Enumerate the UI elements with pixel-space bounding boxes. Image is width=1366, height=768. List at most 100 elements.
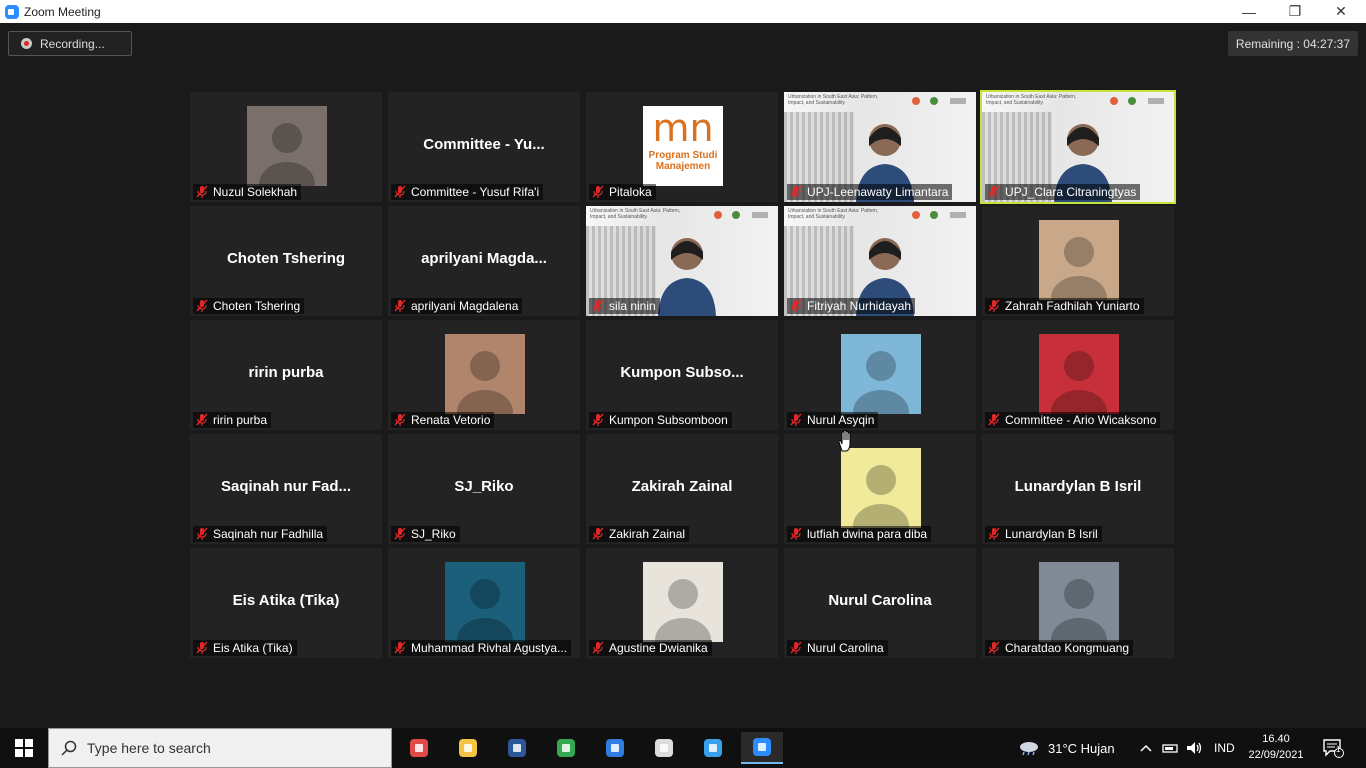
participant-avatar — [841, 448, 921, 528]
recording-indicator[interactable]: Recording... — [8, 31, 132, 56]
participant-tile[interactable]: Kumpon Subso... Kumpon Subsomboon — [586, 320, 778, 430]
participant-tile[interactable]: Eis Atika (Tika) Eis Atika (Tika) — [190, 548, 382, 658]
participant-display-name: Choten Tshering — [226, 250, 346, 267]
obs-icon[interactable] — [643, 732, 685, 764]
participant-name: SJ_Riko — [411, 527, 456, 541]
weather-widget[interactable]: 31°C Hujan — [1018, 728, 1115, 768]
participant-name: sila ninin — [609, 299, 656, 313]
participant-nameplate: UPJ_Clara Citraningtyas — [985, 184, 1141, 200]
slide-header: Urbanization in South East Asia: Pattern… — [986, 94, 1077, 106]
participant-tile[interactable]: Committee - Yu... Committee - Yusuf Rifa'… — [388, 92, 580, 202]
participant-tile[interactable]: Lunardylan B Isril Lunardylan B Isril — [982, 434, 1174, 544]
participant-avatar: mn Program Studi Manajemen — [643, 106, 723, 186]
muted-mic-icon — [988, 641, 1000, 654]
participant-nameplate: Choten Tshering — [193, 298, 305, 314]
participant-nameplate: UPJ-Leenawaty Limantara — [787, 184, 953, 200]
zoom-icon[interactable] — [741, 732, 783, 764]
participant-nameplate: Fitriyah Nurhidayah — [787, 298, 916, 314]
tray-chevron-icon[interactable] — [1140, 728, 1152, 768]
slide-logos-icon — [912, 211, 966, 219]
participant-name: Saqinah nur Fadhilla — [213, 527, 324, 541]
participant-name: Charatdao Kongmuang — [1005, 641, 1130, 655]
participant-nameplate: aprilyani Magdalena — [391, 298, 523, 314]
participant-nameplate: Zahrah Fadhilah Yuniarto — [985, 298, 1144, 314]
start-button[interactable] — [0, 728, 48, 768]
participant-display-name: Nurul Carolina — [828, 592, 932, 609]
word-icon[interactable] — [496, 732, 538, 764]
participant-avatar — [1039, 334, 1119, 414]
network-icon[interactable] — [1162, 728, 1178, 768]
muted-mic-icon — [790, 641, 802, 654]
slide-header: Urbanization in South East Asia: Pattern… — [788, 208, 879, 220]
participant-tile[interactable]: Muhammad Rivhal Agustya... — [388, 548, 580, 658]
participant-silhouette — [658, 238, 716, 316]
participant-tile[interactable]: Saqinah nur Fad... Saqinah nur Fadhilla — [190, 434, 382, 544]
participant-tile[interactable]: Urbanization in South East Asia: Pattern… — [784, 206, 976, 316]
clock-date: 22/09/2021 — [1248, 749, 1304, 761]
participant-tile[interactable]: Choten Tshering Choten Tshering — [190, 206, 382, 316]
participant-name: Zakirah Zainal — [609, 527, 686, 541]
participant-tile[interactable]: lutfiah dwina para diba — [784, 434, 976, 544]
participant-tile[interactable]: Agustine Dwianika — [586, 548, 778, 658]
participant-name: Nurul Asyqin — [807, 413, 875, 427]
volume-icon[interactable] — [1186, 728, 1204, 768]
participant-nameplate: SJ_Riko — [391, 526, 460, 542]
participant-tile[interactable]: Renata Vetorio — [388, 320, 580, 430]
participant-nameplate: Nurul Asyqin — [787, 412, 879, 428]
paint-app-icon[interactable] — [398, 732, 440, 764]
participant-tile[interactable]: Urbanization in South East Asia: Pattern… — [980, 90, 1176, 204]
participant-nameplate: Kumpon Subsomboon — [589, 412, 732, 428]
file-explorer-icon[interactable] — [447, 732, 489, 764]
muted-mic-icon — [592, 527, 604, 540]
muted-mic-icon — [394, 185, 406, 198]
close-button[interactable]: ✕ — [1318, 0, 1364, 23]
participant-nameplate: Eis Atika (Tika) — [193, 640, 297, 656]
action-center-button[interactable]: 1 — [1322, 728, 1344, 768]
participant-tile[interactable]: Nuzul Solekhah — [190, 92, 382, 202]
logo-subtext: Program Studi Manajemen — [648, 150, 718, 172]
minimize-button[interactable]: — — [1226, 0, 1272, 23]
chrome-icon[interactable] — [545, 732, 587, 764]
participant-name: Renata Vetorio — [411, 413, 491, 427]
vscode-icon[interactable] — [692, 732, 734, 764]
logo-text: mn — [652, 106, 714, 150]
muted-mic-icon — [592, 641, 604, 654]
document-app-icon[interactable] — [594, 732, 636, 764]
participant-name: Committee - Yusuf Rifa'i — [411, 185, 540, 199]
participant-tile[interactable]: aprilyani Magda... aprilyani Magdalena — [388, 206, 580, 316]
weather-text: 31°C Hujan — [1048, 740, 1115, 756]
participant-tile[interactable]: Zakirah Zainal Zakirah Zainal — [586, 434, 778, 544]
participant-nameplate: ririn purba — [193, 412, 272, 428]
muted-mic-icon — [196, 641, 208, 654]
gallery-grid: Nuzul Solekhah Committee - Yu... Committee… — [190, 90, 1180, 658]
clock-time: 16.40 — [1262, 733, 1290, 745]
muted-mic-icon — [394, 299, 406, 312]
participant-tile[interactable]: Nurul Carolina Nurul Carolina — [784, 548, 976, 658]
taskbar-search-box[interactable]: Type here to search — [48, 728, 392, 768]
participant-tile[interactable]: Charatdao Kongmuang — [982, 548, 1174, 658]
participant-avatar — [247, 106, 327, 186]
muted-mic-icon — [592, 299, 604, 312]
participant-avatar — [445, 334, 525, 414]
participant-display-name: ririn purba — [248, 364, 324, 381]
participant-tile[interactable]: Nurul Asyqin — [784, 320, 976, 430]
taskbar-clock[interactable]: 16.40 22/09/2021 — [1244, 731, 1308, 763]
muted-mic-icon — [196, 527, 208, 540]
participant-tile[interactable]: Urbanization in South East Asia: Pattern… — [586, 206, 778, 316]
participant-tile[interactable]: Urbanization in South East Asia: Pattern… — [784, 92, 976, 202]
participant-tile[interactable]: SJ_Riko SJ_Riko — [388, 434, 580, 544]
muted-mic-icon — [196, 185, 208, 198]
participant-nameplate: Zakirah Zainal — [589, 526, 690, 542]
window-titlebar: Zoom Meeting — ❐ ✕ — [0, 0, 1366, 23]
participant-name: Committee - Ario Wicaksono — [1005, 413, 1157, 427]
participant-tile[interactable]: ririn purba ririn purba — [190, 320, 382, 430]
participant-avatar — [1039, 220, 1119, 300]
participant-tile[interactable]: Committee - Ario Wicaksono — [982, 320, 1174, 430]
meeting-area: Recording... Remaining : 04:27:37 Nuzul … — [0, 23, 1366, 728]
restore-button[interactable]: ❐ — [1272, 0, 1318, 23]
participant-tile[interactable]: mn Program Studi Manajemen Pitaloka — [586, 92, 778, 202]
muted-mic-icon — [988, 185, 1000, 198]
participant-name: Zahrah Fadhilah Yuniarto — [1005, 299, 1140, 313]
participant-tile[interactable]: Zahrah Fadhilah Yuniarto — [982, 206, 1174, 316]
input-language[interactable]: IND — [1214, 728, 1235, 768]
